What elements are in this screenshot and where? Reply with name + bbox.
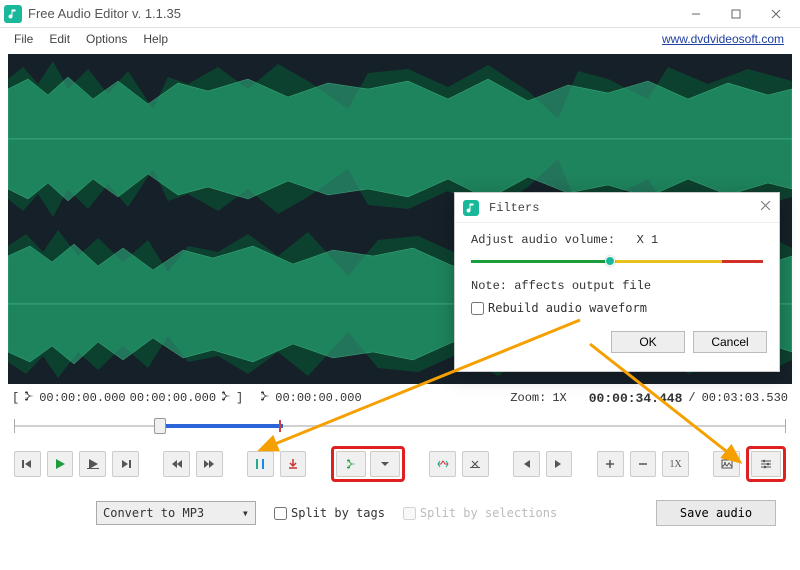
cursor-time: 00:00:00.000 xyxy=(275,391,361,405)
forward-button[interactable] xyxy=(112,451,139,477)
time-separator: / xyxy=(688,391,695,405)
filters-highlight-box xyxy=(746,446,786,482)
go-end-button[interactable] xyxy=(546,451,573,477)
dialog-title: Filters xyxy=(489,201,539,215)
filters-button[interactable] xyxy=(751,451,781,477)
cut-more-button[interactable] xyxy=(370,451,400,477)
time-info-bar: [ 00:00:00.000 00:00:00.000 ] 00:00:00.0… xyxy=(0,384,800,408)
go-start-button[interactable] xyxy=(513,451,540,477)
skip-back-button[interactable] xyxy=(163,451,190,477)
title-bar: Free Audio Editor v. 1.1.35 xyxy=(0,0,800,28)
seek-progress xyxy=(159,424,283,428)
bracket-close: ] xyxy=(236,391,243,405)
trim-button[interactable] xyxy=(429,451,456,477)
selection-end: 00:00:00.000 xyxy=(130,391,216,405)
dialog-note: Note: affects output file xyxy=(471,279,763,293)
format-value: Convert to MP3 xyxy=(103,506,204,520)
zoom-reset-button[interactable]: 1X xyxy=(662,451,689,477)
split-selections-checkbox: Split by selections xyxy=(403,506,557,520)
zoom-value: 1X xyxy=(552,391,566,405)
scissors-icon xyxy=(23,390,35,406)
minimize-button[interactable] xyxy=(676,2,716,26)
total-time: 00:03:03.530 xyxy=(702,391,788,405)
skip-fwd-button[interactable] xyxy=(196,451,223,477)
image-button[interactable] xyxy=(713,451,740,477)
cut-highlight-box xyxy=(331,446,405,482)
transport-toolbar: 1X xyxy=(0,436,800,488)
play-selection-button[interactable] xyxy=(79,451,106,477)
menu-help[interactable]: Help xyxy=(135,30,176,48)
dialog-close-button[interactable] xyxy=(760,200,771,215)
caret-down-icon: ▾ xyxy=(242,506,249,520)
website-link[interactable]: www.dvdvideosoft.com xyxy=(662,32,784,46)
rewind-button[interactable] xyxy=(14,451,41,477)
volume-label: Adjust audio volume: xyxy=(471,233,615,247)
download-button[interactable] xyxy=(280,451,307,477)
split-tags-input[interactable] xyxy=(274,507,287,520)
scissors-icon xyxy=(220,390,232,406)
seek-track[interactable] xyxy=(14,416,786,436)
scissors-icon xyxy=(259,390,271,406)
zoom-in-button[interactable] xyxy=(597,451,624,477)
split-selections-input xyxy=(403,507,416,520)
save-audio-button[interactable]: Save audio xyxy=(656,500,776,526)
play-button[interactable] xyxy=(47,451,74,477)
seek-marker xyxy=(279,420,281,432)
menu-options[interactable]: Options xyxy=(78,30,135,48)
dialog-ok-button[interactable]: OK xyxy=(611,331,685,353)
menu-edit[interactable]: Edit xyxy=(41,30,78,48)
dialog-icon xyxy=(463,200,479,216)
close-button[interactable] xyxy=(756,2,796,26)
dialog-cancel-button[interactable]: Cancel xyxy=(693,331,767,353)
zoom-out-button[interactable] xyxy=(630,451,657,477)
delete-selection-button[interactable] xyxy=(462,451,489,477)
menu-file[interactable]: File xyxy=(6,30,41,48)
cut-button[interactable] xyxy=(336,451,366,477)
app-icon xyxy=(4,5,22,23)
marker-button[interactable] xyxy=(247,451,274,477)
format-dropdown[interactable]: Convert to MP3 ▾ xyxy=(96,501,256,525)
menu-bar: File Edit Options Help www.dvdvideosoft.… xyxy=(0,28,800,50)
bottom-bar: Convert to MP3 ▾ Split by tags Split by … xyxy=(0,488,800,526)
split-tags-checkbox[interactable]: Split by tags xyxy=(274,506,385,520)
volume-value: X 1 xyxy=(637,233,659,247)
slider-thumb[interactable] xyxy=(605,256,615,266)
selection-start: 00:00:00.000 xyxy=(39,391,125,405)
current-time: 00:00:34.448 xyxy=(589,391,683,406)
volume-slider[interactable] xyxy=(471,255,763,267)
rebuild-waveform-checkbox[interactable]: Rebuild audio waveform xyxy=(471,301,763,315)
rebuild-waveform-input[interactable] xyxy=(471,302,484,315)
seek-handle[interactable] xyxy=(154,418,166,434)
maximize-button[interactable] xyxy=(716,2,756,26)
window-title: Free Audio Editor v. 1.1.35 xyxy=(28,6,676,21)
bracket-open: [ xyxy=(12,391,19,405)
filters-dialog: Filters Adjust audio volume: X 1 Note: a… xyxy=(454,192,780,372)
zoom-label: Zoom: xyxy=(510,391,546,405)
